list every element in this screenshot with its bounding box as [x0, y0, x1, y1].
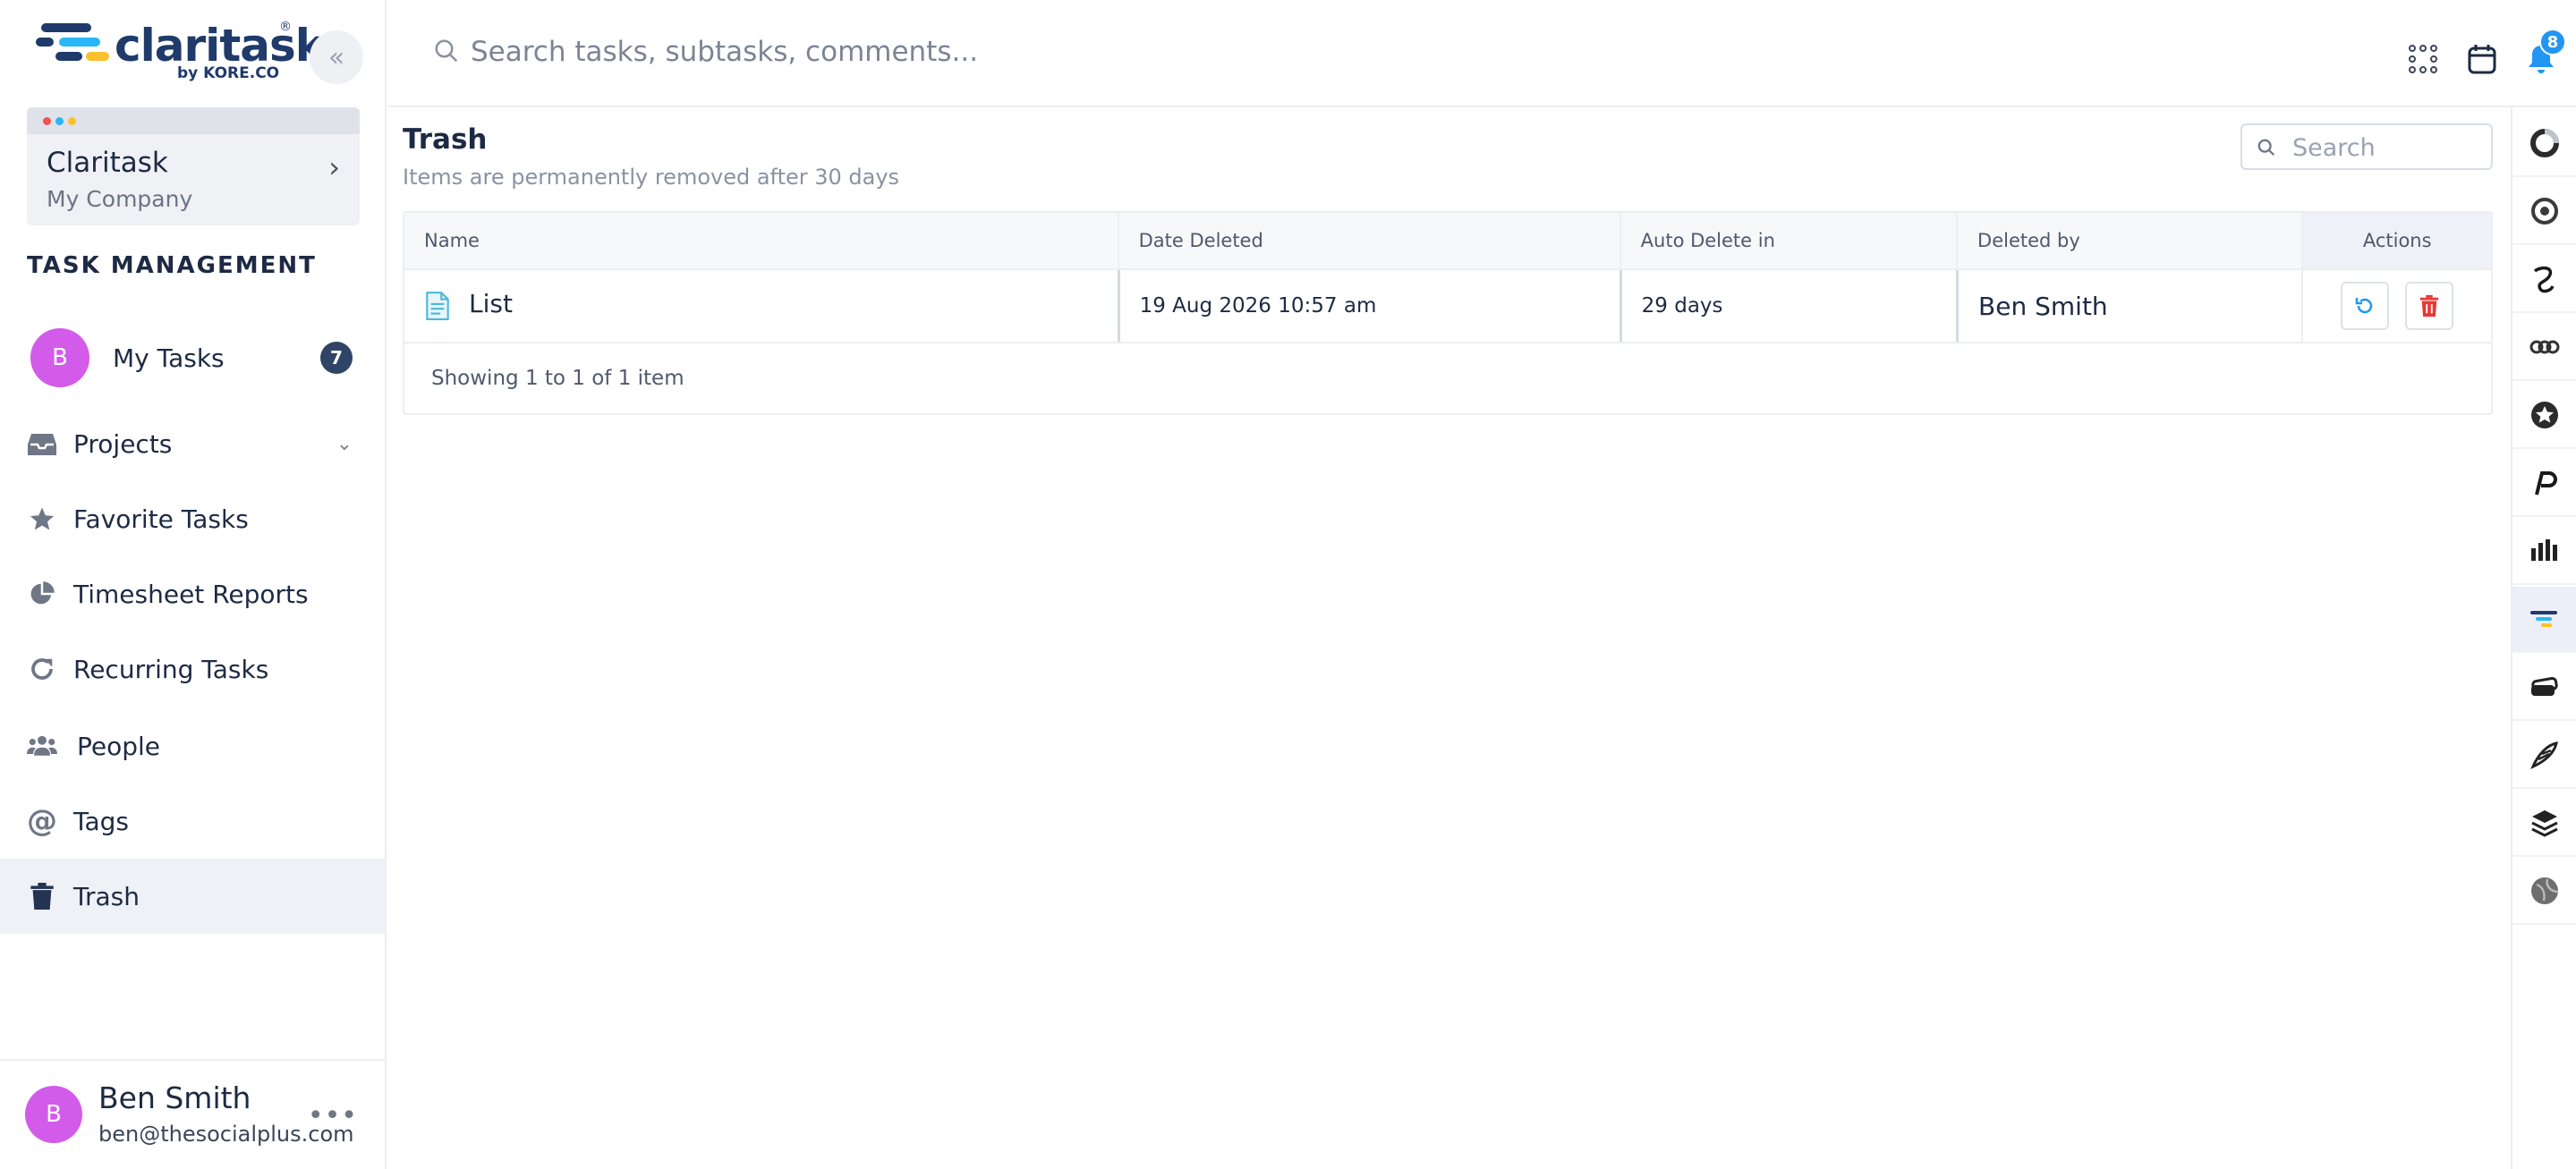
sidebar-item-timesheet-reports[interactable]: Timesheet Reports — [0, 556, 385, 631]
sidebar-item-label: Timesheet Reports — [73, 579, 309, 609]
main-content: Trash Items are permanently removed afte… — [388, 107, 2509, 1169]
dot-icon — [43, 117, 51, 125]
inbox-icon — [27, 428, 57, 459]
actions-cell — [2301, 270, 2492, 342]
section-title: TASK MANAGEMENT — [27, 252, 317, 279]
sidebar-item-tags[interactable]: @ Tags — [0, 784, 385, 859]
apps-grid-icon[interactable] — [2405, 41, 2441, 77]
sidebar-item-label: Projects — [73, 428, 173, 459]
document-icon — [426, 292, 449, 320]
at-icon: @ — [27, 803, 57, 839]
sidebar-item-trash[interactable]: Trash — [0, 859, 385, 934]
sidebar-item-people[interactable]: People — [0, 708, 385, 784]
dot-icon — [55, 117, 64, 125]
trash-search-box — [2240, 123, 2493, 170]
double-chevron-left-icon: « — [327, 41, 345, 73]
rail-app-globe-icon[interactable] — [2512, 859, 2576, 925]
sidebar-item-label: My Tasks — [113, 343, 225, 373]
notification-badge: 8 — [2539, 29, 2566, 55]
logo-registered: ® — [279, 20, 292, 34]
table-footer: Showing 1 to 1 of 1 item — [404, 342, 2491, 413]
workspace-company: My Company — [47, 186, 193, 212]
sidebar-item-projects[interactable]: Projects ⌄ — [0, 406, 385, 481]
column-header-actions: Actions — [2301, 213, 2492, 268]
rail-app-p-logo-icon[interactable] — [2512, 451, 2576, 517]
count-badge: 7 — [320, 342, 353, 374]
sidebar-item-favorite-tasks[interactable]: Favorite Tasks — [0, 481, 385, 556]
rail-app-ring-icon[interactable] — [2512, 111, 2576, 177]
sidebar-item-label: People — [77, 731, 161, 761]
deleted-by-cell: Ben Smith — [1956, 270, 2301, 342]
top-bar: 8 — [388, 0, 2576, 107]
column-header-auto-delete[interactable]: Auto Delete in — [1619, 213, 1956, 268]
chevron-down-icon[interactable]: ⌄ — [336, 433, 353, 455]
user-name: Ben Smith — [98, 1080, 251, 1115]
calendar-icon[interactable] — [2464, 41, 2500, 77]
logo-byline: by KORE.CO — [177, 64, 280, 82]
search-icon — [435, 39, 458, 63]
trash-icon — [2420, 295, 2439, 317]
global-search-input[interactable] — [471, 27, 1276, 77]
sidebar-item-my-tasks[interactable]: B My Tasks 7 — [0, 320, 385, 395]
avatar[interactable]: B — [25, 1086, 82, 1143]
pie-chart-icon — [27, 579, 57, 609]
sidebar: claritask ® by KORE.CO « Claritask My Co… — [0, 0, 387, 1169]
more-options-icon[interactable]: ••• — [308, 1100, 358, 1131]
restore-icon — [2355, 298, 2373, 314]
sidebar-item-label: Recurring Tasks — [73, 654, 269, 684]
restore-button[interactable] — [2341, 282, 2390, 330]
avatar: B — [30, 328, 89, 387]
column-header-date-deleted[interactable]: Date Deleted — [1117, 213, 1620, 268]
workspace-switcher[interactable]: Claritask My Company › — [27, 107, 360, 225]
star-icon — [27, 504, 57, 534]
table-header: Name Date Deleted Auto Delete in Deleted… — [404, 213, 2492, 268]
workspace-window-bar — [27, 107, 360, 134]
collapse-sidebar-button[interactable]: « — [310, 30, 363, 84]
user-profile: B Ben Smith ben@thesocialplus.com ••• — [0, 1059, 385, 1169]
auto-delete-cell: 29 days — [1619, 270, 1956, 342]
sidebar-item-label: Favorite Tasks — [73, 504, 249, 534]
rail-app-script-icon[interactable] — [2512, 247, 2576, 313]
trash-table: Name Date Deleted Auto Delete in Deleted… — [403, 211, 2493, 415]
refresh-icon — [27, 654, 57, 684]
trash-icon — [27, 881, 57, 911]
dot-icon — [68, 117, 76, 125]
rail-app-star-badge-icon[interactable] — [2512, 383, 2576, 449]
page-title: Trash — [403, 123, 488, 156]
rail-app-layers-icon[interactable] — [2512, 791, 2576, 857]
page-subtitle: Items are permanently removed after 30 d… — [403, 165, 900, 190]
item-name-cell: List — [404, 270, 1118, 342]
rail-app-claritask-icon[interactable] — [2512, 587, 2576, 653]
rail-app-rings-icon[interactable] — [2512, 315, 2576, 381]
search-icon — [2257, 139, 2275, 157]
users-icon — [27, 731, 57, 761]
rail-app-bars-icon[interactable] — [2512, 519, 2576, 585]
workspace-name: Claritask — [47, 147, 168, 179]
app-rail — [2511, 107, 2576, 1169]
rail-app-feather-icon[interactable] — [2512, 723, 2576, 789]
table-row: List 19 Aug 2026 10:57 am 29 days Ben Sm… — [404, 268, 2492, 342]
sidebar-item-label: Trash — [73, 881, 140, 911]
delete-permanently-button[interactable] — [2405, 282, 2454, 330]
item-name: List — [469, 288, 513, 318]
notification-bell-icon[interactable]: 8 — [2523, 29, 2566, 77]
column-header-name[interactable]: Name — [404, 213, 1118, 268]
rail-app-target-icon[interactable] — [2512, 179, 2576, 245]
sidebar-item-recurring-tasks[interactable]: Recurring Tasks — [0, 631, 385, 707]
date-deleted-cell: 19 Aug 2026 10:57 am — [1117, 270, 1620, 342]
rail-app-cards-icon[interactable] — [2512, 655, 2576, 721]
trash-search-input[interactable] — [2292, 132, 2480, 163]
column-header-deleted-by[interactable]: Deleted by — [1956, 213, 2301, 268]
claritask-logo[interactable]: claritask ® by KORE.CO — [36, 18, 325, 89]
sidebar-item-label: Tags — [73, 806, 129, 836]
chevron-right-icon: › — [328, 150, 340, 184]
